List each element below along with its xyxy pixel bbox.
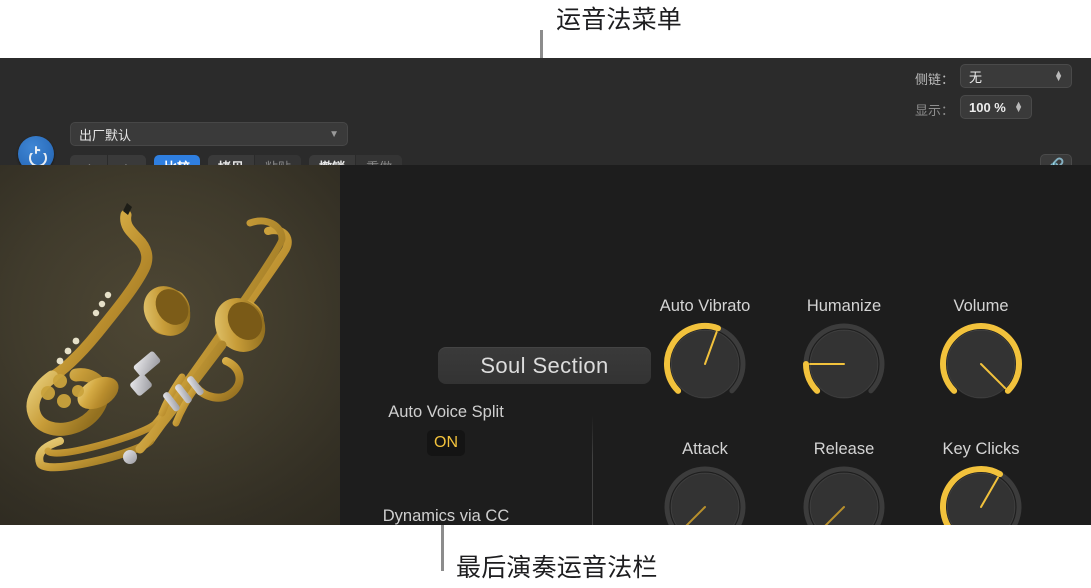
auto-voice-split-control: Auto Voice Split ON <box>356 403 536 456</box>
brass-instruments-photo <box>0 165 340 525</box>
display-label: 显示： <box>914 103 954 118</box>
knob-key-clicks[interactable]: Key Clicks <box>896 440 1066 525</box>
knob-volume[interactable]: Volume <box>896 297 1066 406</box>
display-value: 100 % <box>969 99 1006 115</box>
knob-dial[interactable] <box>939 465 1023 525</box>
sidechain-label: 侧链： <box>914 72 954 87</box>
preset-value: 出厂默认 <box>79 127 132 143</box>
knob-label: Key Clicks <box>942 440 1020 458</box>
power-icon <box>28 146 44 162</box>
screenshot-stage: 运音法菜单 最后演奏运音法栏 出厂默认 ▼ ‹ › 比较 <box>0 0 1091 588</box>
plugin-toolbar: 出厂默认 ▼ ‹ › 比较 拷贝 粘贴 撤销 重做 <box>0 58 1091 215</box>
top-callout-label: 运音法菜单 <box>556 6 683 34</box>
auto-voice-split-toggle[interactable]: ON <box>427 430 465 456</box>
knob-dial[interactable] <box>939 322 1023 406</box>
knob-dial[interactable] <box>802 322 886 406</box>
stepper-icon: ▲▼ <box>1054 68 1063 83</box>
dynamics-via-cc-label: Dynamics via CC <box>382 507 510 525</box>
knob-dial[interactable] <box>663 465 747 525</box>
knob-label: Volume <box>953 297 1009 315</box>
preset-select[interactable]: 出厂默认 ▼ <box>70 122 348 146</box>
stepper-icon: ▲▼ <box>1014 99 1023 114</box>
auto-voice-split-label: Auto Voice Split <box>388 403 504 421</box>
sidechain-select[interactable]: 无 ▲ ▼ <box>960 64 1072 88</box>
display-select[interactable]: 100 % ▲ ▼ <box>960 95 1032 119</box>
sidechain-value: 无 <box>969 69 983 85</box>
plugin-window: 出厂默认 ▼ ‹ › 比较 拷贝 粘贴 撤销 重做 <box>0 58 1091 525</box>
plugin-main-panel: Soul Section Auto Voice Split ON Dynamic… <box>0 165 1091 525</box>
knob-dial[interactable] <box>802 465 886 525</box>
bottom-callout-label: 最后演奏运音法栏 <box>456 554 658 582</box>
dynamics-via-cc-control: Dynamics via CC OFF <box>356 507 536 525</box>
column-divider <box>592 415 593 525</box>
chevron-down-icon: ▼ <box>329 128 339 140</box>
knob-dial[interactable] <box>663 322 747 406</box>
